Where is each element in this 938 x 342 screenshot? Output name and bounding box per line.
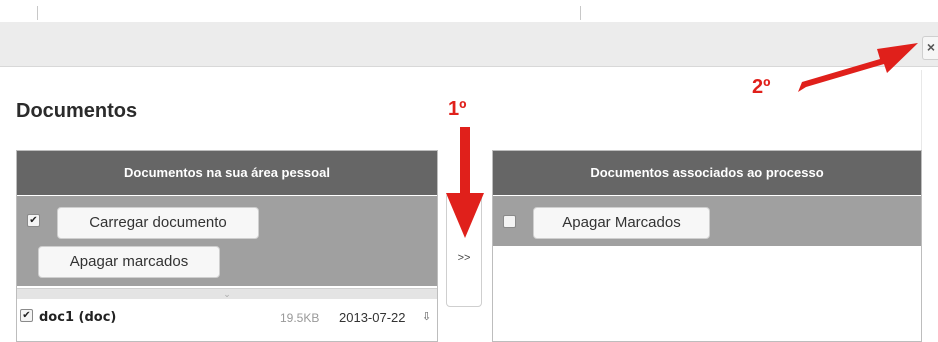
- step2-label: 2º: [752, 76, 771, 98]
- step2-arrow: [798, 43, 918, 92]
- step1-arrow: [446, 127, 484, 238]
- annotation-overlay: [446, 43, 918, 238]
- step1-label: 1º: [448, 98, 467, 120]
